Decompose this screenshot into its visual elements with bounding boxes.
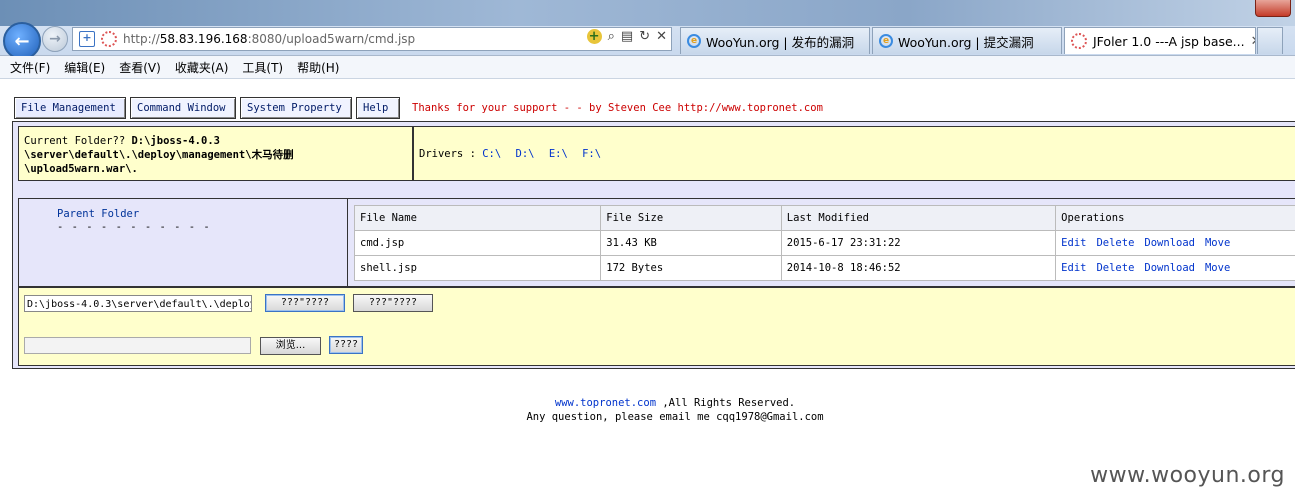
forward-arrow-icon: → — [49, 31, 61, 47]
search-icon[interactable]: ⌕ — [608, 29, 615, 44]
current-folder-box: Current Folder?? D:\jboss-4.0.3 \server\… — [18, 126, 413, 181]
move-link[interactable]: Move — [1205, 237, 1230, 249]
nav-system-property[interactable]: System Property — [240, 97, 352, 119]
nav-command-window[interactable]: Command Window — [130, 97, 236, 119]
page-content: File Management Command Window System Pr… — [0, 79, 1295, 502]
loading-icon — [1071, 33, 1087, 49]
upload-panel: D:\jboss-4.0.3\server\default\.\deploy ?… — [18, 287, 1295, 366]
drive-f-link[interactable]: F:\ — [582, 148, 601, 160]
menu-edit[interactable]: 编辑(E) — [64, 59, 105, 76]
footer-link[interactable]: www.topronet.com — [555, 397, 656, 409]
file-size: 31.43 KB — [600, 230, 782, 256]
forward-button[interactable]: → — [42, 26, 68, 52]
menu-file[interactable]: 文件(F) — [10, 59, 50, 76]
ie-icon: e — [687, 34, 701, 48]
window-close-button[interactable] — [1255, 0, 1291, 17]
folder-tree: Parent Folder - - - - - - - - - - - — [18, 198, 348, 287]
nav-help[interactable]: Help — [356, 97, 400, 119]
current-folder-line1: D:\jboss-4.0.3 — [131, 135, 220, 147]
footer-contact: Any question, please email me cqq1978@Gm… — [526, 411, 824, 423]
back-button[interactable]: ← — [3, 22, 41, 60]
menu-view[interactable]: 查看(V) — [119, 59, 161, 76]
thanks-text: Thanks for your support - - by Steven Ce… — [412, 102, 823, 114]
col-file-name: File Name — [353, 205, 602, 231]
browser-chrome: ← → + http://58.83.196.168:8080/upload5w… — [0, 0, 1295, 60]
drive-d-link[interactable]: D:\ — [516, 148, 535, 160]
footer-rights: ,All Rights Reserved. — [656, 397, 796, 409]
current-folder-line2: \server\default\.\deploy\management\木马待删 — [24, 149, 294, 161]
page-footer: www.topronet.com ,All Rights Reserved. A… — [0, 396, 1295, 424]
file-size: 172 Bytes — [600, 255, 782, 281]
move-link[interactable]: Move — [1205, 262, 1230, 274]
url-text[interactable]: http://58.83.196.168:8080/upload5warn/cm… — [123, 32, 415, 46]
file-operations: Edit Delete Download Move — [1055, 230, 1295, 256]
watermark-text: www.wooyun.org — [1090, 463, 1285, 488]
address-bar[interactable]: + http://58.83.196.168:8080/upload5warn/… — [72, 27, 672, 51]
current-folder-label: Current Folder?? — [24, 135, 132, 147]
download-link[interactable]: Download — [1144, 237, 1195, 249]
main-panel: Current Folder?? D:\jboss-4.0.3 \server\… — [12, 121, 1295, 369]
back-arrow-icon: ← — [14, 30, 30, 52]
loading-icon — [101, 31, 117, 47]
tab-wooyun-published[interactable]: e WooYun.org | 发布的漏洞 — [680, 27, 870, 54]
edit-link[interactable]: Edit — [1061, 237, 1086, 249]
file-list-panel: File Name File Size Last Modified Operat… — [347, 198, 1295, 287]
action-button-2[interactable]: ???"???? — [353, 294, 433, 312]
new-tab-button[interactable] — [1257, 27, 1283, 54]
stop-icon[interactable]: ✕ — [656, 29, 667, 44]
file-modified: 2015-6-17 23:31:22 — [780, 230, 1057, 256]
current-folder-line3: \upload5warn.war\. — [24, 163, 138, 175]
top-nav: File Management Command Window System Pr… — [14, 97, 823, 119]
drivers-label: Drivers : — [419, 148, 483, 160]
file-name: cmd.jsp — [353, 230, 602, 256]
tab-jfoler[interactable]: JFoler 1.0 ---A jsp base...✕ — [1064, 27, 1256, 54]
file-operations: Edit Delete Download Move — [1055, 255, 1295, 281]
table-row: shell.jsp 172 Bytes 2014-10-8 18:46:52 E… — [353, 255, 1295, 281]
col-operations: Operations — [1055, 205, 1295, 231]
file-name: shell.jsp — [353, 255, 602, 281]
menu-help[interactable]: 帮助(H) — [297, 59, 339, 76]
menu-favorites[interactable]: 收藏夹(A) — [175, 59, 229, 76]
upload-button[interactable]: ???? — [329, 336, 363, 354]
add-icon[interactable]: + — [586, 29, 602, 44]
browse-button[interactable]: 浏览... — [260, 337, 321, 355]
tab-wooyun-submit[interactable]: e WooYun.org | 提交漏洞 — [872, 27, 1062, 54]
path-input[interactable]: D:\jboss-4.0.3\server\default\.\deploy — [24, 295, 252, 312]
ie-icon: e — [879, 34, 893, 48]
download-link[interactable]: Download — [1144, 262, 1195, 274]
close-icon[interactable]: ✕ — [1251, 34, 1255, 49]
refresh-icon[interactable]: ↻ — [639, 29, 650, 44]
drivers-box: Drivers : C:\ D:\ E:\ F:\ — [413, 126, 1295, 181]
file-upload-field[interactable] — [24, 337, 251, 354]
col-last-modified: Last Modified — [780, 205, 1057, 231]
edit-link[interactable]: Edit — [1061, 262, 1086, 274]
menu-bar: 文件(F) 编辑(E) 查看(V) 收藏夹(A) 工具(T) 帮助(H) — [0, 56, 1295, 79]
parent-folder-link[interactable]: Parent Folder — [57, 208, 139, 220]
table-row: cmd.jsp 31.43 KB 2015-6-17 23:31:22 Edit… — [353, 230, 1295, 256]
nav-file-management[interactable]: File Management — [14, 97, 126, 119]
col-file-size: File Size — [600, 205, 782, 231]
menu-tools[interactable]: 工具(T) — [242, 59, 283, 76]
file-table: File Name File Size Last Modified Operat… — [353, 205, 1295, 281]
drive-c-link[interactable]: C:\ — [482, 148, 501, 160]
drive-e-link[interactable]: E:\ — [549, 148, 568, 160]
title-bar — [0, 0, 1295, 26]
compat-icon: + — [79, 31, 95, 47]
file-modified: 2014-10-8 18:46:52 — [780, 255, 1057, 281]
action-button-1[interactable]: ???"???? — [265, 294, 345, 312]
compat-view-icon[interactable]: ▤ — [621, 29, 633, 44]
delete-link[interactable]: Delete — [1096, 262, 1134, 274]
dashes-divider: - - - - - - - - - - - — [57, 221, 211, 233]
delete-link[interactable]: Delete — [1096, 237, 1134, 249]
